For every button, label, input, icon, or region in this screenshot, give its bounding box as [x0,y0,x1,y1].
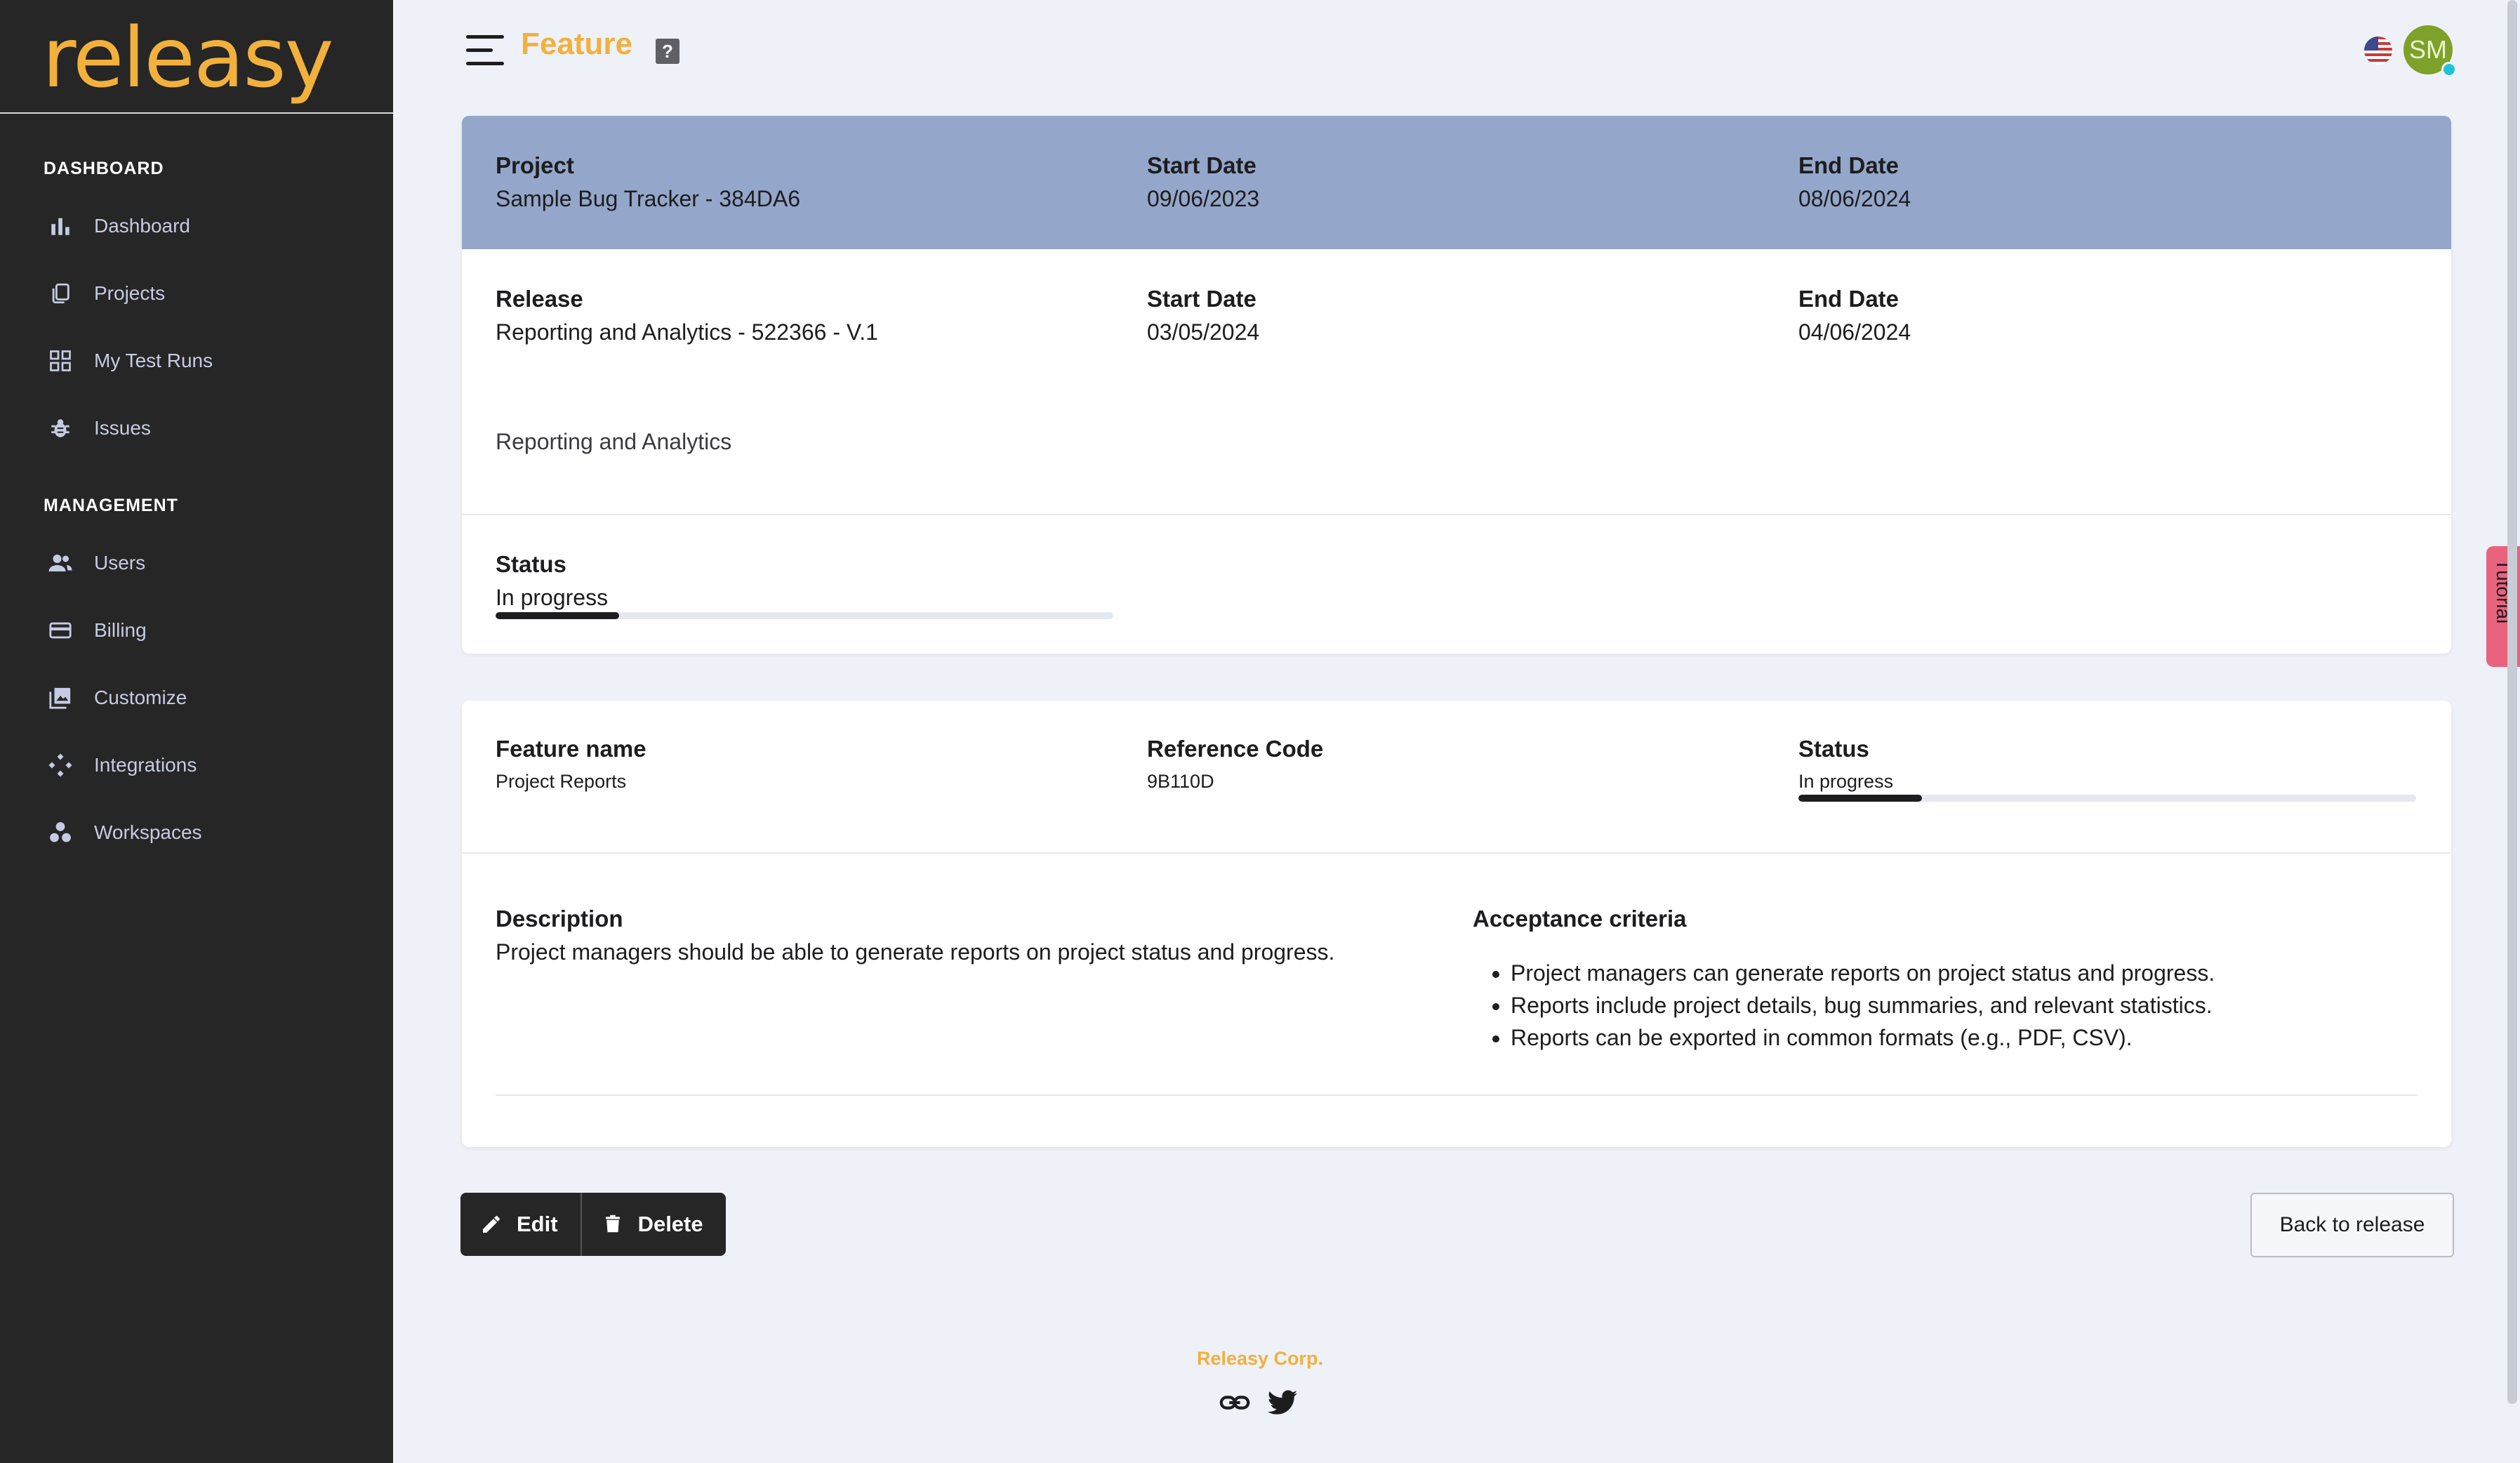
project-end-value: 08/06/2024 [1798,186,1911,211]
edit-label: Edit [517,1212,558,1236]
sidebar-item-label: Dashboard [94,215,190,237]
feature-name-value: Project Reports [496,771,627,792]
bug-icon [44,411,77,445]
release-progress-fill [496,612,619,619]
credit-card-icon [44,614,77,647]
integrations-icon [44,748,77,782]
release-start-label: Start Date [1147,286,1256,312]
sidebar-item-billing[interactable]: Billing [44,609,366,651]
sidebar-item-label: Users [94,552,146,574]
help-icon[interactable]: ? [656,39,679,64]
feature-progress-fill [1798,795,1922,802]
users-icon [44,546,77,580]
release-label: Release [496,286,583,312]
sidebar-item-label: Customize [94,687,187,708]
release-progress-bar [496,612,1113,619]
release-end-value: 04/06/2024 [1798,319,1911,345]
link-icon[interactable] [1219,1386,1252,1420]
sidebar-item-label: Billing [94,619,147,641]
sidebar-item-label: My Test Runs [94,350,213,371]
trash-icon [600,1212,625,1237]
logo-area: releasy [0,0,393,114]
edit-button[interactable]: Edit [460,1193,581,1256]
sidebar-item-my-test-runs[interactable]: My Test Runs [44,340,366,382]
description-label: Description [496,906,623,932]
logo[interactable]: releasy [42,8,334,108]
us-flag-icon[interactable] [2364,37,2392,65]
release-start-value: 03/05/2024 [1147,319,1260,345]
sidebar-item-integrations[interactable]: Integrations [44,744,366,786]
twitter-icon[interactable] [1266,1386,1300,1420]
sidebar-item-projects[interactable]: Projects [44,272,366,315]
scrollbar[interactable] [2507,0,2517,1404]
menu-line [466,48,493,52]
sidebar-section-dashboard: DASHBOARD [44,159,164,178]
feature-progress-bar [1798,795,2416,802]
feature-card: Feature name Project Reports Reference C… [462,701,2451,1147]
feature-name-label: Feature name [496,736,646,762]
footer-brand: Releasy Corp. [1196,1348,1324,1369]
menu-line [466,35,504,39]
workspaces-icon [44,816,77,849]
delete-label: Delete [637,1212,703,1236]
description-text: Project managers should be able to gener… [496,939,1335,965]
sidebar-item-dashboard[interactable]: Dashboard [44,205,366,247]
project-header [462,116,2451,249]
action-button-group: Edit Delete [460,1193,726,1256]
feature-status-label: Status [1798,736,1869,762]
page-title: Feature [521,27,632,61]
release-status-value: In progress [496,585,609,610]
sidebar-item-customize[interactable]: Customize [44,677,366,719]
sidebar-item-issues[interactable]: Issues [44,407,366,449]
feature-status-value: In progress [1798,771,1894,792]
divider [496,1094,2418,1096]
release-status-label: Status [496,551,566,577]
online-status-dot [2441,62,2457,77]
acceptance-criteria-label: Acceptance criteria [1473,906,1687,932]
list-item: Project managers can generate reports on… [1511,957,2215,989]
sidebar-item-users[interactable]: Users [44,542,366,584]
sidebar-item-label: Workspaces [94,821,202,843]
project-start-label: Start Date [1147,152,1256,178]
pencil-icon [479,1212,504,1237]
project-label: Project [496,152,574,178]
divider [462,852,2451,854]
release-description: Reporting and Analytics [496,429,732,454]
list-item: Reports include project details, bug sum… [1511,989,2215,1021]
delete-button[interactable]: Delete [581,1193,726,1256]
sidebar-item-label: Projects [94,282,166,304]
acceptance-criteria-list: Project managers can generate reports on… [1473,957,2215,1054]
release-value: Reporting and Analytics - 522366 - V.1 [496,319,878,345]
list-item: Reports can be exported in common format… [1511,1021,2215,1054]
image-gallery-icon [44,681,77,715]
back-to-release-button[interactable]: Back to release [2250,1193,2454,1257]
bar-chart-icon [44,209,77,243]
sidebar: releasy DASHBOARD Dashboard Projects My … [0,0,393,1463]
menu-line [466,62,504,65]
grid-icon [44,344,77,378]
reference-code-value: 9B110D [1147,771,1214,792]
project-end-label: End Date [1798,152,1899,178]
release-card: Project Sample Bug Tracker - 384DA6 Star… [462,116,2451,654]
copy-icon [44,277,77,310]
sidebar-item-label: Issues [94,417,151,439]
reference-code-label: Reference Code [1147,736,1324,762]
sidebar-item-workspaces[interactable]: Workspaces [44,812,366,854]
sidebar-item-label: Integrations [94,754,197,776]
release-end-label: End Date [1798,286,1899,312]
project-start-value: 09/06/2023 [1147,186,1260,211]
project-value: Sample Bug Tracker - 384DA6 [496,186,800,211]
menu-toggle-button[interactable] [466,35,504,66]
sidebar-section-management: MANAGEMENT [44,496,178,515]
divider [462,514,2451,515]
